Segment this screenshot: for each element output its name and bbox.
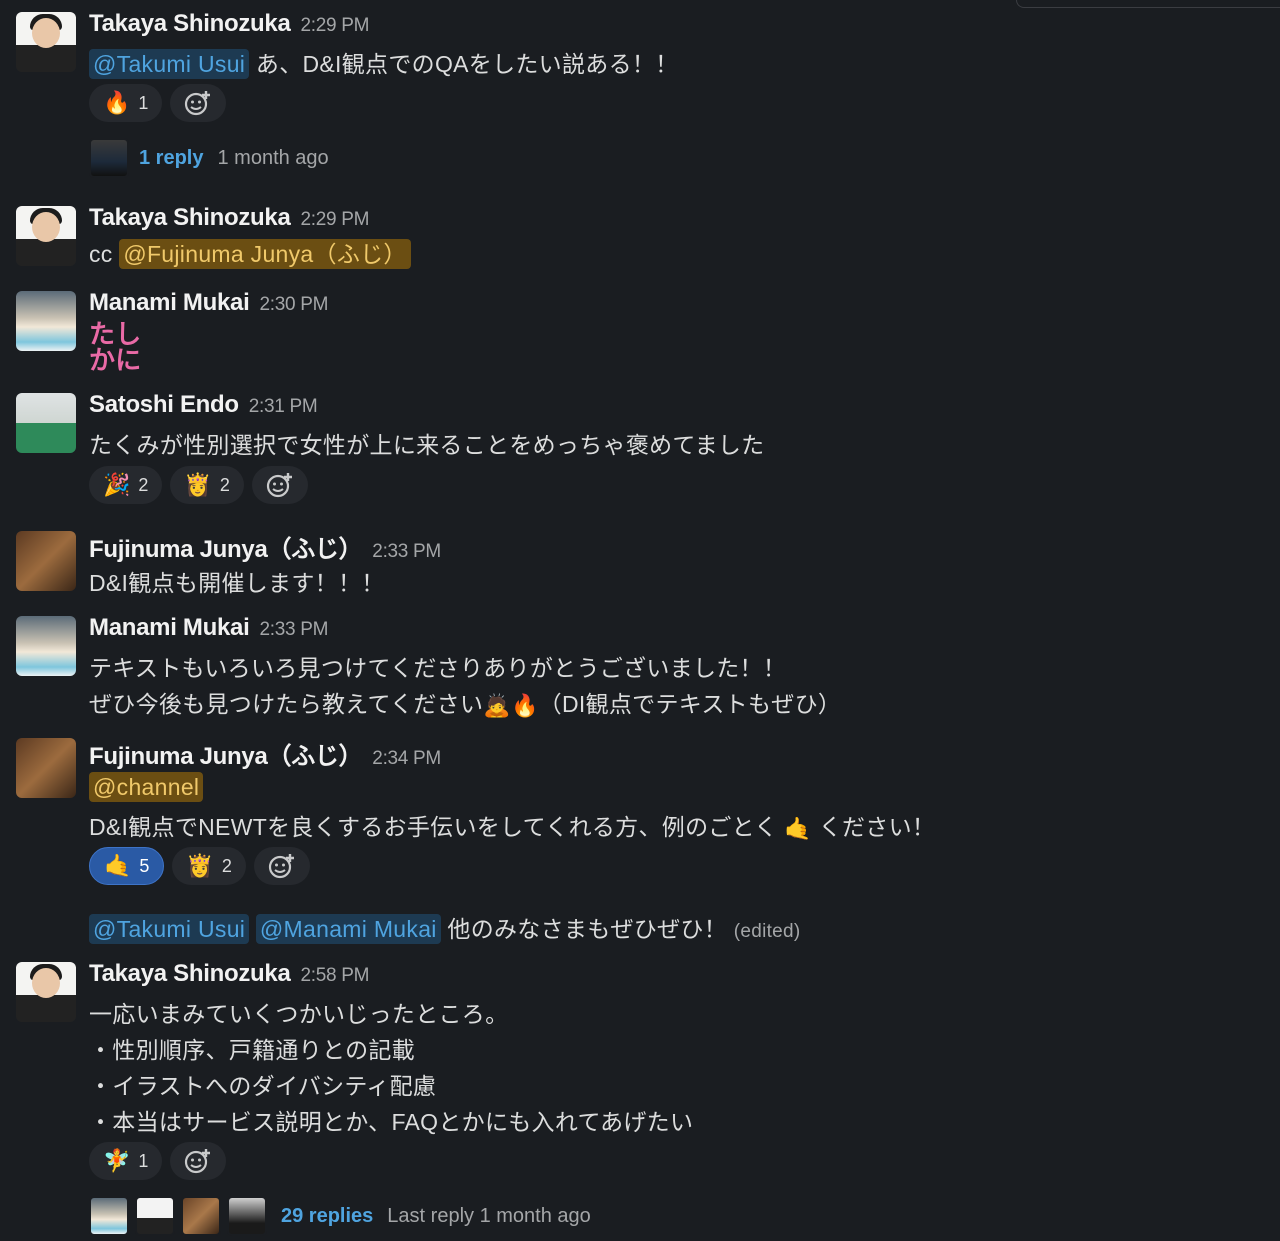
timestamp[interactable]: 2:34 PM [372, 748, 441, 769]
message-body: D&I観点でNEWTを良くするお手伝いをしてくれる方、例のごとく [89, 814, 778, 840]
add-reaction-button[interactable] [251, 466, 308, 504]
message-body: ぜひ今後も見つけたら教えてください [89, 691, 484, 717]
message-body: 他のみなさまもぜひぜひ！ [447, 916, 728, 942]
reaction-count: 2 [221, 855, 232, 876]
user-mention[interactable]: @Takumi Usui [89, 914, 250, 944]
message-body: あ、D&I観点でのQAをしたい説ある！！ [255, 51, 679, 77]
sender-name[interactable]: Takaya Shinozuka [89, 204, 291, 231]
reaction-count: 2 [138, 474, 149, 495]
add-emoji-icon [185, 1149, 211, 1174]
avatar[interactable] [16, 393, 76, 453]
reaction-party[interactable]: 🎉 2 [89, 466, 163, 504]
message-body: ・性別順序、戸籍通りとの記載 [89, 1037, 415, 1063]
reply-count-link[interactable]: 1 reply [139, 147, 203, 170]
reply-meta: Last reply 1 month ago [387, 1204, 591, 1227]
reaction-count: 1 [138, 1150, 149, 1171]
reply-count-link[interactable]: 29 replies [281, 1205, 373, 1228]
add-reaction-button[interactable] [253, 847, 310, 885]
user-mention[interactable]: @Manami Mukai [255, 914, 441, 944]
avatar[interactable] [16, 962, 76, 1022]
message-body-line: ぜひ今後も見つけたら教えてください🙇🔥（DI観点でテキストもぜひ） [89, 685, 841, 719]
sender-name[interactable]: Satoshi Endo [89, 391, 239, 418]
avatar [135, 1196, 175, 1236]
timestamp[interactable]: 2:33 PM [259, 619, 328, 640]
message-text: @Takumi Usui あ、D&I観点でのQAをしたい説ある！！ [89, 45, 678, 79]
reaction-count: 2 [219, 474, 230, 495]
avatar[interactable] [16, 531, 76, 591]
avatar[interactable] [16, 291, 76, 351]
message-body: ・本当はサービス説明とか、FAQとかにも入れてあげたい [89, 1109, 694, 1135]
thread-summary[interactable]: 1 reply 1 month ago [89, 138, 329, 178]
channel-mention[interactable]: @channel [89, 772, 204, 802]
add-emoji-icon [268, 854, 294, 879]
message-body: たくみが性別選択で女性が上に来ることをめっちゃ褒めてました [89, 432, 765, 458]
reaction-person-veil[interactable]: 👸 2 [172, 847, 246, 885]
reply-meta: 1 month ago [217, 146, 329, 169]
sender-name[interactable]: Fujinuma Junya（ふじ） [89, 536, 363, 563]
bowing-icon: 🙇 [483, 692, 511, 718]
add-reaction-button[interactable] [170, 1142, 227, 1180]
fairy-icon: 🧚 [103, 1148, 131, 1173]
reaction-fire[interactable]: 🔥 1 [89, 84, 163, 122]
sender-name[interactable]: Takaya Shinozuka [89, 10, 291, 37]
shaka-icon: 🤙 [104, 853, 132, 878]
avatar[interactable] [16, 12, 76, 72]
timestamp[interactable]: 2:31 PM [249, 396, 318, 417]
message-body: 一応いまみていくつかいじったところ。 [89, 1001, 509, 1027]
message-text: cc @Fujinuma Junya（ふじ） [89, 239, 411, 269]
reaction-bar: 🔥 1 [89, 84, 227, 122]
timestamp[interactable]: 2:29 PM [301, 209, 370, 230]
reaction-shaka[interactable]: 🤙 5 [89, 847, 165, 885]
thread-summary[interactable]: 29 replies Last reply 1 month ago [89, 1196, 591, 1236]
emoji-line: かに [89, 345, 142, 375]
message-body: （DI観点でテキストもぜひ） [538, 691, 842, 717]
reaction-bar: 🎉 2 👸 2 [89, 466, 308, 504]
sender-name[interactable]: Manami Mukai [89, 289, 250, 316]
custom-emoji-text: たし かに [89, 321, 142, 373]
user-mention[interactable]: @Takumi Usui [89, 49, 250, 79]
reaction-bar: 🧚 1 [89, 1142, 227, 1180]
reaction-bar: 🤙 5 👸 2 [89, 847, 310, 885]
user-mention-highlighted[interactable]: @Fujinuma Junya（ふじ） [119, 239, 411, 269]
message-body-line: D&I観点でNEWTを良くするお手伝いをしてくれる方、例のごとく 🤙 ください！ [89, 808, 935, 842]
message-text: @channel [89, 772, 204, 802]
timestamp[interactable]: 2:33 PM [372, 541, 441, 562]
avatar[interactable] [16, 738, 76, 798]
reaction-person-veil[interactable]: 👸 2 [170, 466, 244, 504]
message-body: D&I観点も開催します！！！ [89, 570, 385, 596]
sender-name[interactable]: Fujinuma Junya（ふじ） [89, 743, 363, 770]
shaka-icon: 🤙 [784, 815, 812, 841]
person-veil-icon: 👸 [184, 472, 212, 497]
message-body: cc [89, 241, 113, 267]
add-emoji-icon [185, 91, 211, 116]
message-body: ください！ [818, 814, 936, 840]
avatar[interactable] [16, 616, 76, 676]
thread-panel-edge [1016, 0, 1280, 8]
reaction-count: 5 [139, 855, 150, 876]
edited-label: (edited) [733, 921, 801, 942]
timestamp[interactable]: 2:30 PM [259, 294, 328, 315]
avatar [89, 1196, 129, 1236]
fire-icon: 🔥 [103, 90, 131, 115]
sender-name[interactable]: Takaya Shinozuka [89, 960, 291, 987]
sender-name[interactable]: Manami Mukai [89, 614, 250, 641]
emoji-line: たし [89, 319, 142, 349]
message-body: ・イラストへのダイバシティ配慮 [89, 1073, 437, 1099]
avatar[interactable] [16, 206, 76, 266]
avatar [89, 138, 129, 178]
thread-participants [89, 1196, 271, 1236]
party-icon: 🎉 [103, 472, 131, 497]
person-veil-icon: 👸 [186, 853, 214, 878]
add-reaction-button[interactable] [170, 84, 227, 122]
timestamp[interactable]: 2:58 PM [301, 965, 370, 986]
message-body: テキストもいろいろ見つけてくださりありがとうございました！！ [89, 655, 787, 681]
reaction-count: 1 [138, 92, 149, 113]
avatar [181, 1196, 221, 1236]
fire-icon: 🔥 [510, 692, 539, 718]
followup-message: @Takumi Usui @Manami Mukai 他のみなさまもぜひぜひ！ … [89, 910, 801, 944]
add-emoji-icon [266, 473, 292, 498]
avatar [227, 1196, 267, 1236]
timestamp[interactable]: 2:29 PM [301, 15, 370, 36]
reaction-fairy[interactable]: 🧚 1 [89, 1142, 163, 1180]
